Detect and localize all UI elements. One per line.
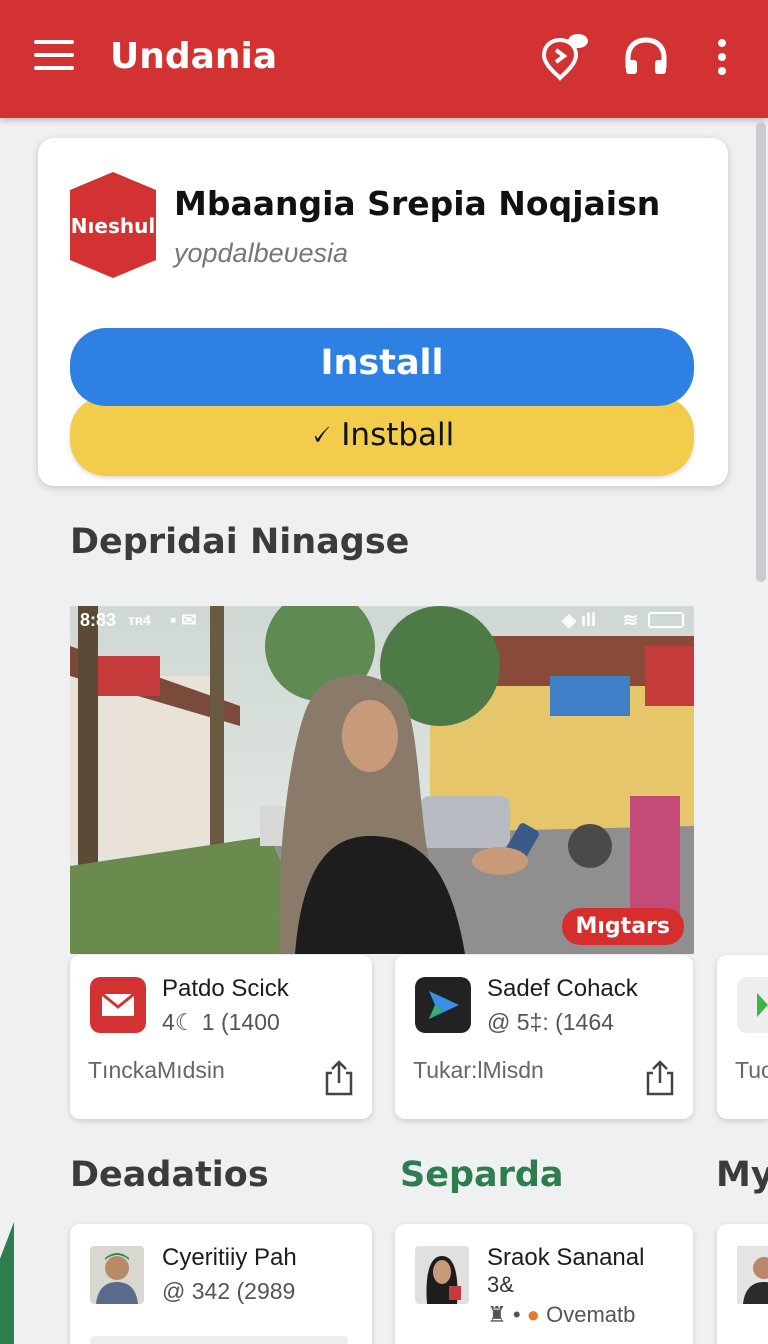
notification-icon: ▪ ✉ (170, 610, 197, 630)
person-meta-secondary: Ovematb (546, 1302, 636, 1327)
app-card-footer: TınckaMıdsin (88, 1057, 225, 1083)
install-button[interactable]: Install (70, 328, 694, 406)
avatar (90, 1246, 144, 1304)
badge-icon: ♜ • (487, 1302, 521, 1327)
status-bar: 8:83 ᴛʀ4 ▪ ✉ ◈ ıll ≋ (70, 606, 694, 636)
send-icon (415, 977, 471, 1033)
app-card[interactable]: Patdo Scick 4☾ 1 (1400 TınckaMıdsin (70, 955, 372, 1119)
app-logo-text: Nıeshul (70, 214, 156, 238)
person-card[interactable]: Cyeritiiy Pah @ 342 (2989 (70, 1224, 372, 1344)
battery-icon (648, 612, 684, 628)
person-meta-row: ♜ • ● Ovematb (487, 1302, 635, 1328)
person-card[interactable] (717, 1224, 768, 1344)
status-text: ᴛʀ4 (128, 612, 151, 628)
app-card-meta: 4☾ 1 (1400 (162, 1009, 280, 1035)
app-card[interactable]: Tuo (717, 955, 768, 1119)
dot-icon: ● (526, 1302, 540, 1327)
secondary-install-button[interactable]: 🗸 Instball (70, 396, 694, 476)
feature-image[interactable]: 8:83 ᴛʀ4 ▪ ✉ ◈ ıll ≋ Mıgtars (70, 606, 694, 954)
app-bar: Undania (0, 0, 768, 118)
avatar (737, 1246, 768, 1304)
install-card: Nıeshul Mbaangia Srepia Noqjaisn yopdalb… (38, 138, 728, 486)
person-name: Cyeritiiy Pah (162, 1244, 297, 1271)
share-icon[interactable] (324, 1059, 354, 1097)
app-card-footer: Tukar:lMisdn (413, 1057, 544, 1083)
location-chat-icon[interactable] (540, 32, 588, 84)
app-card-footer: Tuo (735, 1057, 768, 1083)
person-name: Sraok Sananal (487, 1244, 645, 1271)
more-vert-icon[interactable] (698, 32, 746, 84)
scrollbar[interactable] (756, 122, 766, 582)
app-card-title: Sadef Cohack (487, 975, 638, 1002)
mail-icon (90, 977, 146, 1033)
app-card[interactable]: Sadef Cohack @ 5‡: (1464 Tukar:lMisdn (395, 955, 693, 1119)
person-meta: @ 342 (2989 (162, 1278, 296, 1304)
app-title: Undania (110, 36, 278, 77)
app-card-meta: @ 5‡: (1464 (487, 1009, 614, 1035)
person-meta: 3& (487, 1272, 514, 1297)
app-name: Mbaangia Srepia Noqjaisn (174, 184, 661, 223)
tab-first[interactable]: Deadatios (70, 1155, 269, 1195)
section-title: Depridai Ninagse (70, 522, 410, 562)
tab-third[interactable]: My (716, 1155, 768, 1195)
tab-second[interactable]: Separda (400, 1155, 564, 1195)
person-card[interactable]: Sraok Sananal 3& ♜ • ● Ovematb (395, 1224, 693, 1344)
menu-icon[interactable] (34, 40, 74, 76)
card-preview-strip (90, 1336, 348, 1344)
side-decoration (0, 1222, 14, 1344)
app-card-title: Patdo Scick (162, 975, 289, 1002)
developer-name[interactable]: yopdalbeυesia (174, 238, 348, 269)
app-logo: Nıeshul (70, 172, 156, 278)
street-scene-illustration (70, 606, 694, 954)
avatar (415, 1246, 469, 1304)
play-icon (737, 977, 768, 1033)
status-time: 8:83 (80, 610, 117, 630)
headphones-icon[interactable] (622, 32, 670, 84)
wifi-icon: ≋ (622, 610, 638, 630)
signal-icon: ◈ ıll (562, 610, 596, 630)
feature-badge[interactable]: Mıgtars (561, 908, 684, 945)
share-icon[interactable] (645, 1059, 675, 1097)
